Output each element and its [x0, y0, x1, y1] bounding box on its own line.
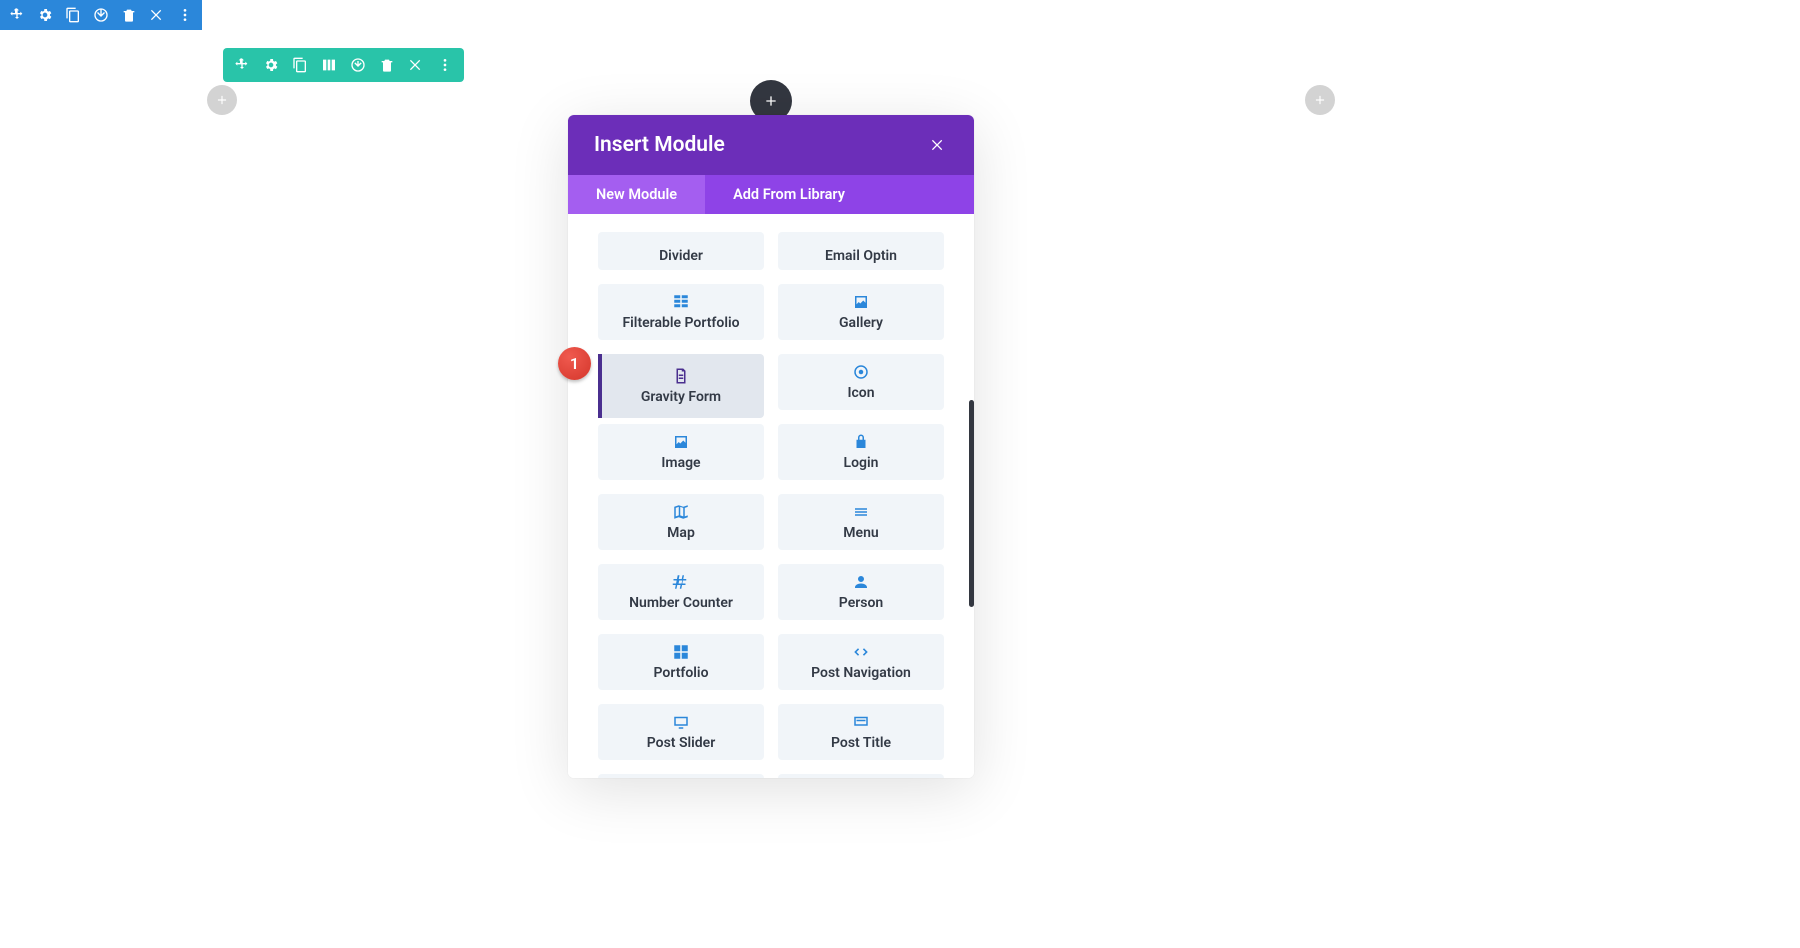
columns-icon[interactable]	[320, 56, 338, 74]
insert-module-modal: Insert Module New Module Add From Librar…	[568, 115, 974, 778]
module-label: Post Navigation	[811, 665, 911, 681]
module-label: Image	[661, 455, 700, 471]
module-item-gallery[interactable]: Gallery	[778, 284, 944, 340]
module-item-filterable-portfolio[interactable]: Filterable Portfolio	[598, 284, 764, 340]
trash-icon[interactable]	[120, 6, 138, 24]
module-label: Post Title	[831, 735, 891, 751]
person-icon	[852, 573, 870, 591]
module-label: Person	[839, 595, 883, 611]
module-item-portfolio[interactable]: Portfolio	[598, 634, 764, 690]
module-label: Email Optin	[825, 248, 897, 264]
close-icon[interactable]	[148, 6, 166, 24]
module-item-post-title[interactable]: Post Title	[778, 704, 944, 760]
module-item-icon[interactable]: Icon	[778, 354, 944, 410]
tab-add-from-library[interactable]: Add From Library	[705, 175, 873, 214]
highlight-indicator	[598, 354, 602, 418]
image-icon	[672, 433, 690, 451]
module-item-partial-2[interactable]	[778, 774, 944, 778]
target-icon	[852, 363, 870, 381]
duplicate-icon[interactable]	[64, 6, 82, 24]
duplicate-icon[interactable]	[291, 56, 309, 74]
scrollbar-thumb[interactable]	[969, 400, 974, 607]
move-icon[interactable]	[233, 56, 251, 74]
add-row-right-button[interactable]	[1305, 85, 1335, 115]
title-icon	[852, 713, 870, 731]
module-label: Gallery	[839, 315, 883, 331]
module-item-post-slider[interactable]: Post Slider	[598, 704, 764, 760]
close-icon[interactable]	[407, 56, 425, 74]
gear-icon[interactable]	[36, 6, 54, 24]
code-icon	[852, 643, 870, 661]
module-label: Number Counter	[629, 595, 733, 611]
module-label: Divider	[659, 248, 703, 264]
module-label: Menu	[843, 525, 878, 541]
module-label: Portfolio	[654, 665, 709, 681]
module-list: Divider Email Optin Filterable Portfolio…	[568, 214, 974, 778]
row-toolbar	[223, 48, 464, 82]
module-label: Filterable Portfolio	[622, 315, 739, 331]
module-item-person[interactable]: Person	[778, 564, 944, 620]
module-label: Post Slider	[647, 735, 715, 751]
lock-icon	[852, 433, 870, 451]
modal-tabs: New Module Add From Library	[568, 175, 974, 214]
module-item-post-navigation[interactable]: Post Navigation	[778, 634, 944, 690]
more-icon[interactable]	[436, 56, 454, 74]
slider-icon	[672, 713, 690, 731]
module-item-number-counter[interactable]: Number Counter	[598, 564, 764, 620]
grid-icon	[672, 643, 690, 661]
save-icon[interactable]	[349, 56, 367, 74]
tab-new-module[interactable]: New Module	[568, 175, 705, 214]
module-item-image[interactable]: Image	[598, 424, 764, 480]
section-toolbar	[0, 0, 202, 30]
module-item-login[interactable]: Login	[778, 424, 944, 480]
annotation-badge-label: 1	[570, 354, 579, 373]
grid-icon	[672, 293, 690, 311]
move-icon[interactable]	[8, 6, 26, 24]
menu-icon	[852, 503, 870, 521]
module-label: Gravity Form	[641, 389, 721, 405]
module-item-partial-1[interactable]	[598, 774, 764, 778]
save-icon[interactable]	[92, 6, 110, 24]
module-item-gravity-form[interactable]: Gravity Form	[598, 354, 764, 418]
annotation-badge-1: 1	[558, 347, 591, 380]
gear-icon[interactable]	[262, 56, 280, 74]
image-icon	[852, 293, 870, 311]
more-icon[interactable]	[176, 6, 194, 24]
modal-header: Insert Module	[568, 115, 974, 175]
module-label: Icon	[847, 385, 874, 401]
trash-icon[interactable]	[378, 56, 396, 74]
module-label: Login	[844, 455, 879, 471]
module-item-email-optin[interactable]: Email Optin	[778, 232, 944, 270]
module-label: Map	[667, 525, 695, 541]
form-icon	[672, 367, 690, 385]
module-item-divider[interactable]: Divider	[598, 232, 764, 270]
add-row-left-button[interactable]	[207, 85, 237, 115]
close-icon[interactable]	[928, 135, 948, 155]
module-item-menu[interactable]: Menu	[778, 494, 944, 550]
modal-title: Insert Module	[594, 133, 725, 157]
hash-icon	[672, 573, 690, 591]
map-icon	[672, 503, 690, 521]
module-item-map[interactable]: Map	[598, 494, 764, 550]
